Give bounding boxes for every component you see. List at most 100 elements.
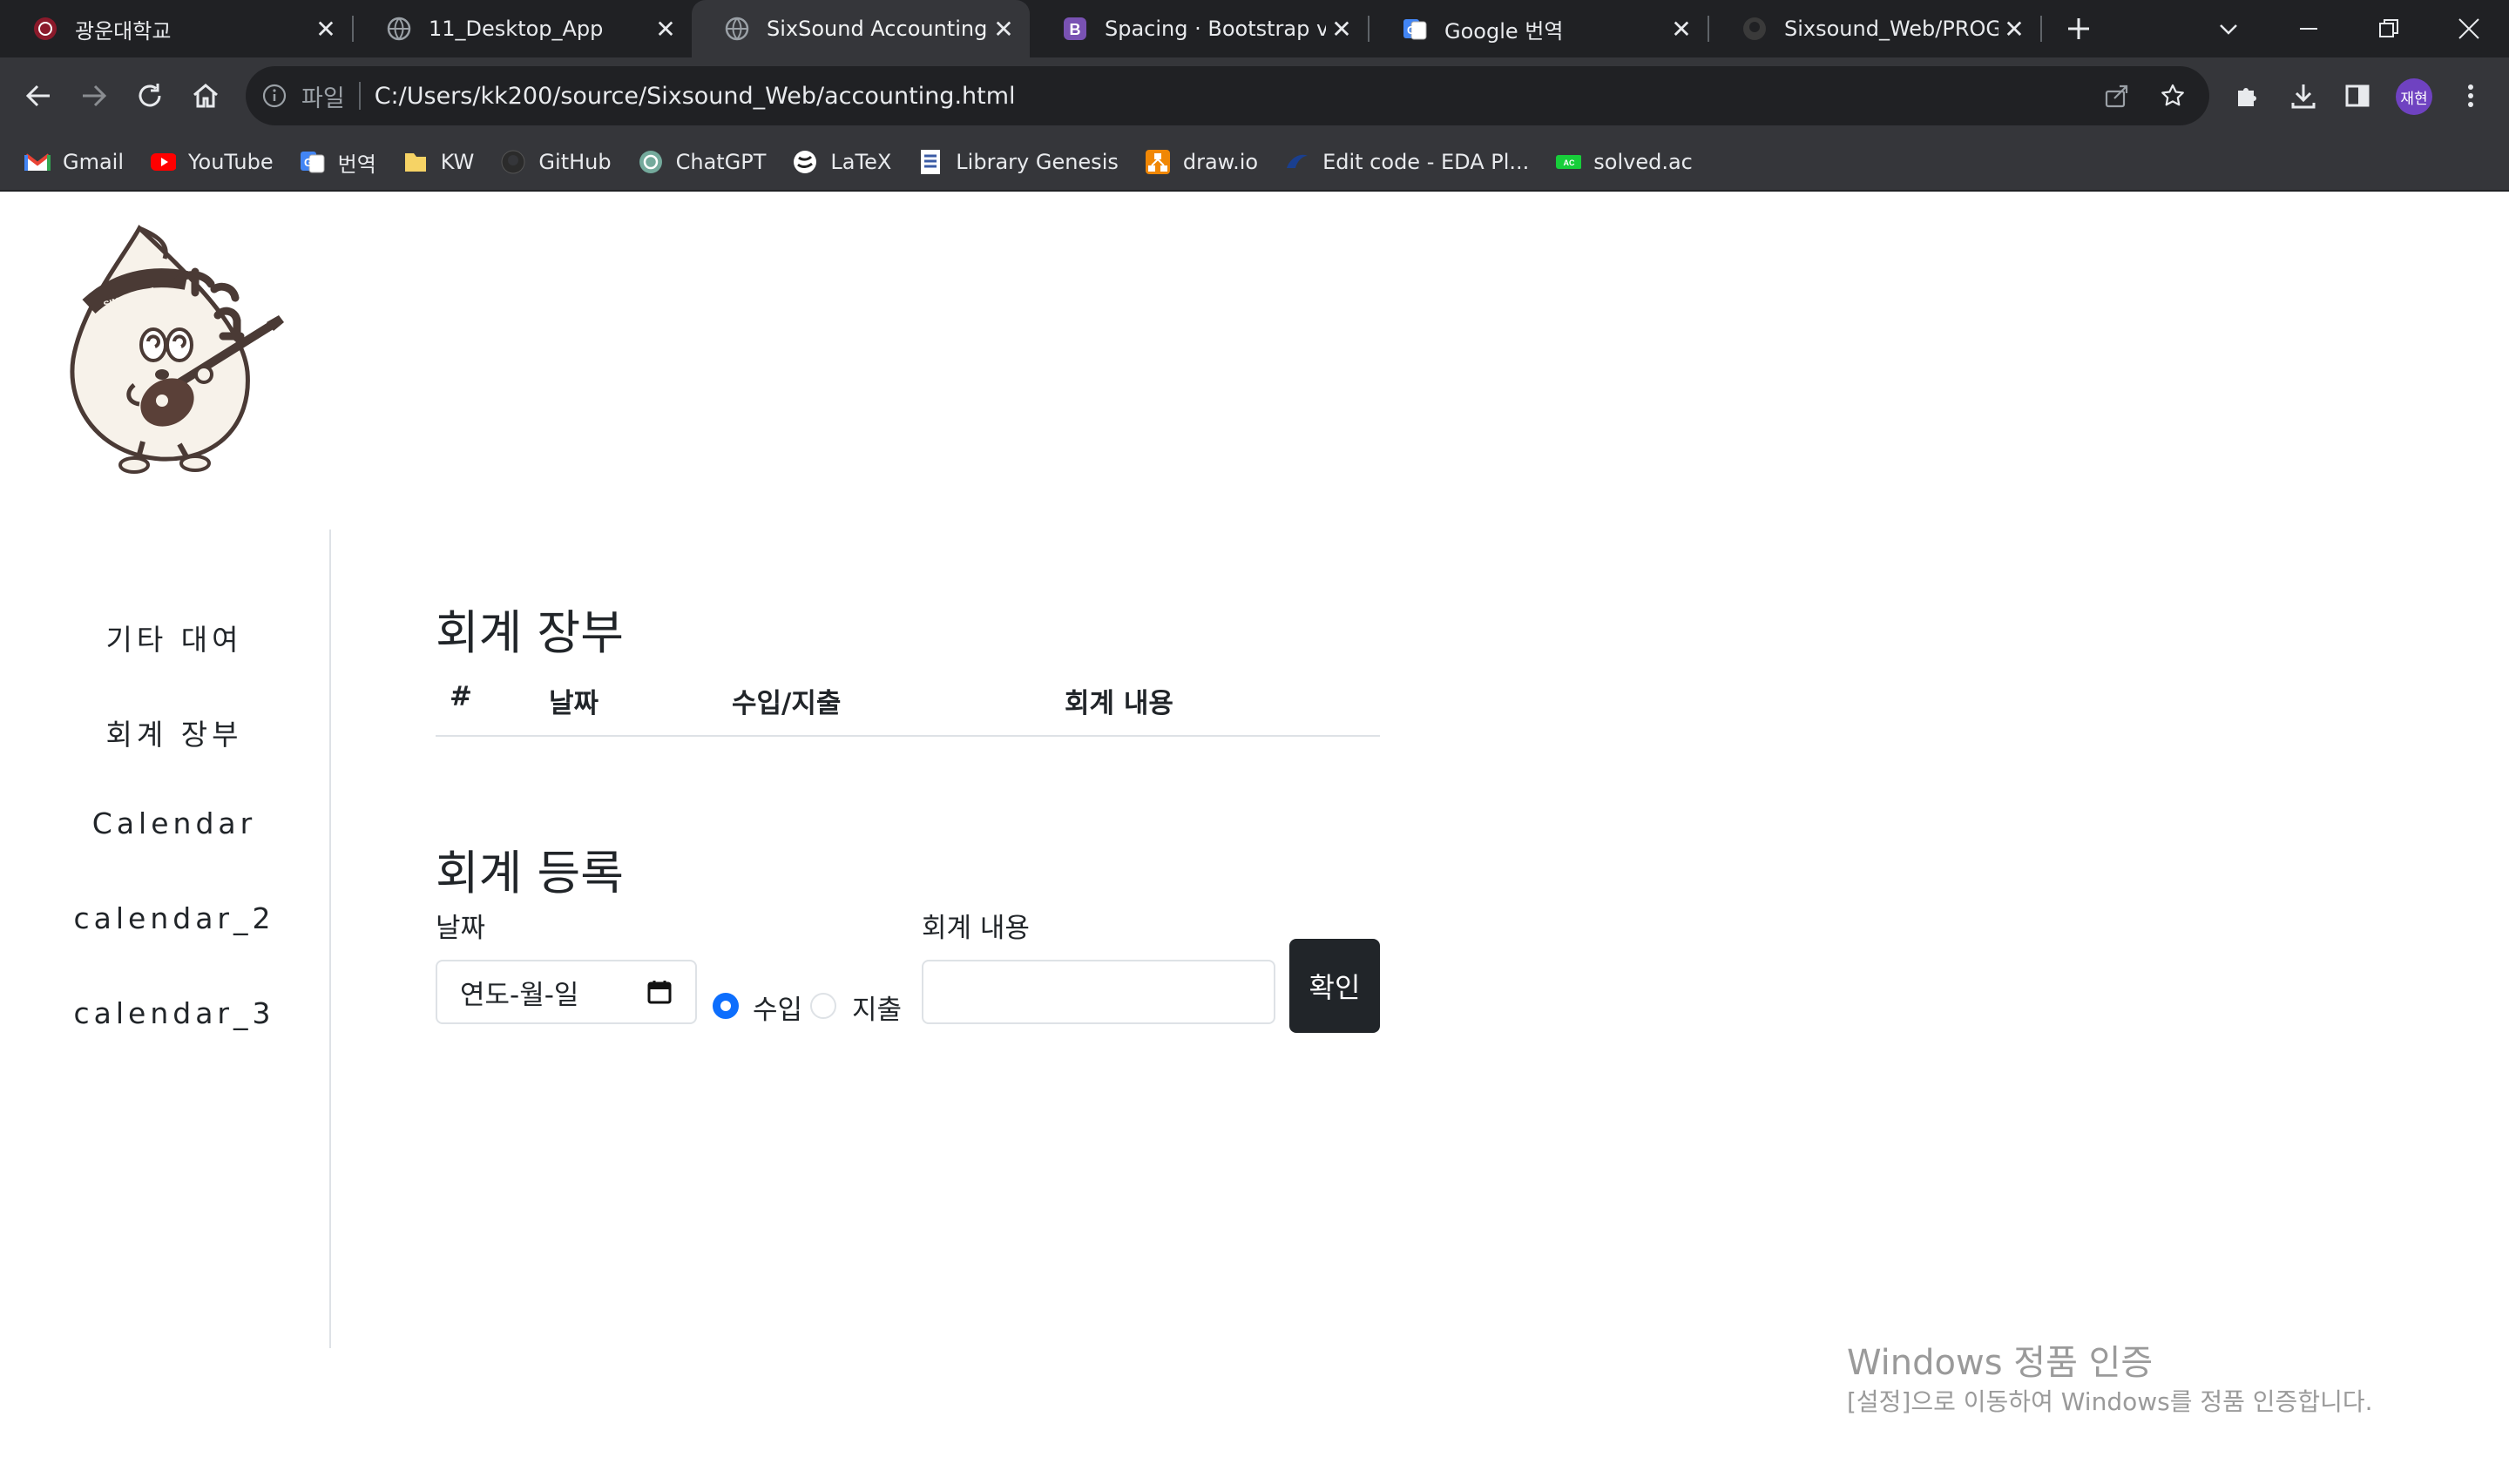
column-header-content: 회계 내용 xyxy=(1065,688,1173,719)
bookmark-translate[interactable]: G 번역 xyxy=(300,147,376,178)
url-scheme: 파일 xyxy=(301,84,345,112)
sidebar-item-ledger[interactable]: 회계 장부 xyxy=(0,712,348,753)
forward-button[interactable] xyxy=(73,75,115,117)
submit-button[interactable]: 확인 xyxy=(1289,939,1380,1033)
ledger-title: 회계 장부 xyxy=(436,605,624,660)
home-button[interactable] xyxy=(185,75,227,117)
bookmark-youtube[interactable]: YouTube xyxy=(150,149,274,175)
profile-avatar[interactable]: 재현 xyxy=(2396,78,2432,115)
tab-title: 광운대학교 xyxy=(75,18,172,44)
bookmark-github[interactable]: GitHub xyxy=(500,149,612,175)
bookmark-drawio[interactable]: draw.io xyxy=(1145,149,1258,175)
close-icon[interactable]: ✕ xyxy=(1666,13,1697,44)
github-icon xyxy=(1742,17,1767,41)
info-icon[interactable] xyxy=(261,83,287,109)
bookmark-latex[interactable]: LaTeX xyxy=(792,149,891,175)
home-icon xyxy=(193,84,218,108)
library-icon xyxy=(917,149,943,175)
bootstrap-icon: B xyxy=(1063,17,1087,41)
close-window-button[interactable] xyxy=(2431,0,2507,57)
restore-button[interactable] xyxy=(2350,0,2427,57)
more-vert-icon xyxy=(2468,84,2473,107)
tab-title: Spacing · Bootstrap v5. xyxy=(1105,17,1326,41)
bookmark-library-genesis[interactable]: Library Genesis xyxy=(917,149,1119,175)
date-label: 날짜 xyxy=(436,913,486,944)
tab-strip: 광운대학교 ✕ 11_Desktop_App ✕ SixSound Accoun… xyxy=(0,0,2509,57)
bookmark-label: solved.ac xyxy=(1593,150,1693,174)
url-text[interactable]: C:/Users/kk200/source/Sixsound_Web/accou… xyxy=(375,83,2098,110)
sidebar-item-calendar-2[interactable]: calendar_2 xyxy=(0,901,348,935)
tab-title: SixSound Accounting L xyxy=(767,17,988,41)
svg-text:B: B xyxy=(1070,21,1081,38)
expense-radio[interactable] xyxy=(810,993,836,1019)
sidebar-item-calendar[interactable]: Calendar xyxy=(0,806,348,840)
date-placeholder: 연도-월-일 xyxy=(460,979,579,1011)
tab-google-translate[interactable]: G Google 번역 ✕ xyxy=(1369,0,1708,57)
tab-bootstrap-spacing[interactable]: B Spacing · Bootstrap v5. ✕ xyxy=(1030,0,1368,57)
tab-sixsound-accounting[interactable]: SixSound Accounting L ✕ xyxy=(692,0,1030,57)
chevron-down-icon xyxy=(2220,24,2237,35)
star-icon[interactable] xyxy=(2154,77,2192,115)
plus-icon xyxy=(2068,18,2089,39)
tab-search-button[interactable] xyxy=(2190,0,2267,57)
bookmark-label: ChatGPT xyxy=(675,150,767,174)
content-input[interactable] xyxy=(922,960,1275,1024)
tab-github-progress[interactable]: Sixsound_Web/PROGRE ✕ xyxy=(1709,0,2040,57)
bookmark-label: YouTube xyxy=(188,150,274,174)
bookmark-eda-playground[interactable]: Edit code - EDA Pl... xyxy=(1284,149,1529,175)
browser-toolbar: 파일 C:/Users/kk200/source/Sixsound_Web/ac… xyxy=(0,57,2509,134)
share-icon[interactable] xyxy=(2098,77,2136,115)
close-icon[interactable]: ✕ xyxy=(310,13,342,44)
github-icon xyxy=(500,149,526,175)
page-content: SINCE.1985 기타 대여 회계 장부 Calendar calendar… xyxy=(0,192,2509,1484)
bookmark-label: Edit code - EDA Pl... xyxy=(1322,150,1530,174)
date-input[interactable]: 연도-월-일 xyxy=(436,960,697,1024)
globe-icon xyxy=(725,17,749,41)
reload-button[interactable] xyxy=(129,75,171,117)
drawio-icon xyxy=(1145,149,1171,175)
close-icon[interactable]: ✕ xyxy=(650,13,681,44)
restore-icon xyxy=(2379,19,2398,37)
close-icon[interactable]: ✕ xyxy=(1326,13,1357,44)
tab-kwangwoon[interactable]: 광운대학교 ✕ xyxy=(0,0,352,57)
eda-icon xyxy=(1284,149,1310,175)
sidebar-nav: 기타 대여 회계 장부 Calendar calendar_2 calendar… xyxy=(0,530,331,1348)
column-header-date: 날짜 xyxy=(549,688,599,719)
minimize-button[interactable] xyxy=(2270,0,2347,57)
bookmark-chatgpt[interactable]: ChatGPT xyxy=(638,149,767,175)
tab-title: Google 번역 xyxy=(1444,18,1564,44)
bookmark-gmail[interactable]: Gmail xyxy=(24,149,124,175)
url-divider xyxy=(358,82,361,110)
bookmark-label: KW xyxy=(440,150,475,174)
calendar-icon[interactable] xyxy=(646,979,673,1005)
tab-desktop-app[interactable]: 11_Desktop_App ✕ xyxy=(354,0,692,57)
reload-icon xyxy=(139,84,161,107)
downloads-button[interactable] xyxy=(2282,75,2324,117)
google-translate-icon: G xyxy=(1403,17,1427,41)
sidebar-item-calendar-3[interactable]: calendar_3 xyxy=(0,996,348,1030)
bookmark-label: Library Genesis xyxy=(956,150,1119,174)
close-icon[interactable]: ✕ xyxy=(1998,13,2030,44)
income-radio[interactable] xyxy=(713,993,739,1019)
close-icon[interactable]: ✕ xyxy=(988,13,1019,44)
sidebar-item-guitar-rental[interactable]: 기타 대여 xyxy=(0,617,348,658)
svg-text:G: G xyxy=(304,156,313,169)
extensions-button[interactable] xyxy=(2227,75,2269,117)
svg-text:G: G xyxy=(1407,24,1416,37)
bookmark-label: Gmail xyxy=(63,150,125,174)
bookmark-label: 번역 xyxy=(337,152,376,177)
svg-text:AC: AC xyxy=(1564,159,1575,167)
menu-button[interactable] xyxy=(2450,75,2492,117)
column-header-type: 수입/지출 xyxy=(732,688,842,719)
bookmark-kw[interactable]: KW xyxy=(402,149,475,175)
bookmark-solvedac[interactable]: AC solved.ac xyxy=(1555,149,1693,175)
back-button[interactable] xyxy=(17,75,59,117)
new-tab-button[interactable] xyxy=(2040,0,2117,57)
side-panel-button[interactable] xyxy=(2337,75,2378,117)
address-bar[interactable]: 파일 C:/Users/kk200/source/Sixsound_Web/ac… xyxy=(246,66,2209,125)
gmail-icon xyxy=(24,149,51,175)
side-panel-icon xyxy=(2345,84,2370,107)
chatgpt-icon xyxy=(638,149,664,175)
sixsound-logo[interactable]: SINCE.1985 xyxy=(64,219,326,481)
tab-title: 11_Desktop_App xyxy=(429,17,604,41)
